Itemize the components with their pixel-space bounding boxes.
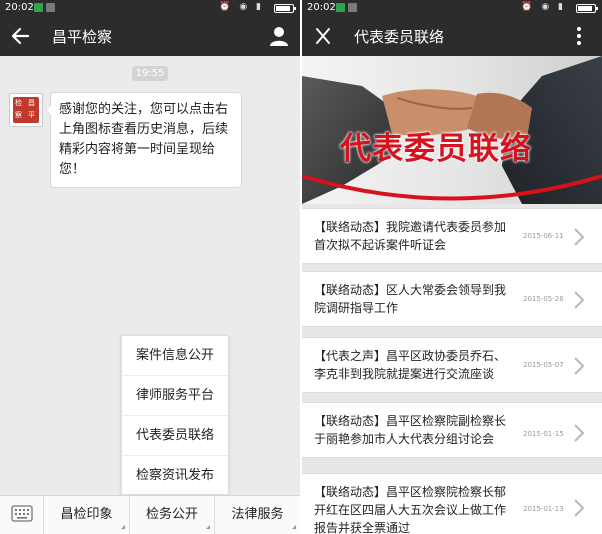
status-time: 20:02 — [307, 2, 336, 13]
status-bar: 20:02 ⏰ ◉ ▮ — [0, 0, 300, 16]
chevron-right-icon — [574, 228, 585, 246]
message-bubble[interactable]: 感谢您的关注，您可以点击右上角图标查看历史消息，后续精彩内容将第一时间呈现给您！ — [45, 92, 242, 188]
status-bar: 20:02 ⏰ ◉ ▮ — [302, 0, 602, 16]
notification-icon — [336, 3, 345, 12]
chat-screen: 20:02 ⏰ ◉ ▮ 昌平检察 19:55 检 察 昌 平 感谢您的关注，您可… — [0, 0, 300, 534]
chevron-right-icon — [574, 499, 585, 517]
submenu-item-news-release[interactable]: 检察资讯发布 — [122, 456, 228, 496]
page-header: 代表委员联络 — [302, 16, 602, 56]
article-title: 【联络动态】昌平区检察院检察长郁开红在区四届人大五次会议上做工作报告并获全票通过 — [314, 485, 507, 534]
status-time: 20:02 — [5, 2, 34, 13]
menu-button-public-affairs[interactable]: 检务公开 — [130, 496, 215, 534]
keyboard-icon — [11, 505, 33, 522]
chat-title: 昌平检察 — [52, 28, 113, 46]
article-item[interactable]: 【联络动态】区人大常委会领导到我院调研指导工作 2015-05-26 — [302, 271, 602, 327]
submenu-item-case-info[interactable]: 案件信息公开 — [122, 336, 228, 376]
close-icon[interactable] — [310, 24, 336, 48]
article-title: 【联络动态】我院邀请代表委员参加首次拟不起诉案件听证会 — [314, 220, 507, 252]
article-item[interactable]: 【代表之声】昌平区政协委员乔石、李克非到我院就提案进行交流座谈 2015-05-… — [302, 337, 602, 393]
notification-icon — [34, 3, 43, 12]
bottom-menu-bar: 昌检印象 检务公开 法律服务 — [0, 495, 300, 534]
menu-button-legal-service[interactable]: 法律服务 — [215, 496, 300, 534]
article-date: 2015-06-11 — [523, 232, 564, 240]
profile-icon[interactable] — [266, 24, 292, 48]
article-title: 【联络动态】区人大常委会领导到我院调研指导工作 — [314, 283, 507, 315]
avatar[interactable]: 检 察 昌 平 — [9, 93, 43, 127]
article-date: 2015-05-26 — [523, 295, 564, 303]
battery-icon — [274, 4, 296, 13]
chevron-right-icon — [574, 424, 585, 442]
battery-icon — [576, 4, 598, 13]
keyboard-toggle[interactable] — [0, 496, 44, 534]
chat-header: 昌平检察 — [0, 16, 300, 56]
chevron-right-icon — [574, 357, 585, 375]
submenu-item-lawyer-service[interactable]: 律师服务平台 — [122, 376, 228, 416]
signal-icon: ⏰ ◉ ▮ — [521, 2, 566, 12]
back-arrow-icon[interactable] — [8, 24, 34, 48]
banner-title: 代表委员联络 — [340, 131, 532, 167]
message-timestamp: 19:55 — [132, 66, 168, 81]
menu-button-impression[interactable]: 昌检印象 — [44, 496, 130, 534]
article-date: 2015-01-15 — [523, 430, 564, 438]
signal-icon: ⏰ ◉ ▮ — [219, 2, 264, 12]
article-date: 2015-01-13 — [523, 505, 564, 513]
submenu-item-deputy-liaison[interactable]: 代表委员联络 — [122, 416, 228, 456]
banner-image[interactable]: 代表委员联络 — [302, 56, 602, 204]
seal-logo: 检 察 昌 平 — [13, 97, 39, 123]
article-list-screen: 20:02 ⏰ ◉ ▮ 代表委员联络 代表委员联络 【联络动态】我院邀请代表委员… — [302, 0, 602, 534]
article-title: 【联络动态】昌平区检察院副检察长于丽艳参加市人大代表分组讨论会 — [314, 414, 507, 446]
article-item[interactable]: 【联络动态】昌平区检察院检察长郁开红在区四届人大五次会议上做工作报告并获全票通过… — [302, 473, 602, 534]
notification-icon — [348, 3, 357, 12]
submenu-popup: 案件信息公开 律师服务平台 代表委员联络 检察资讯发布 — [121, 335, 229, 495]
chevron-right-icon — [574, 291, 585, 309]
more-menu-icon[interactable] — [566, 24, 592, 48]
notification-icon — [46, 3, 55, 12]
article-date: 2015-05-07 — [523, 361, 564, 369]
article-title: 【代表之声】昌平区政协委员乔石、李克非到我院就提案进行交流座谈 — [314, 349, 507, 381]
page-title: 代表委员联络 — [354, 28, 445, 46]
article-item[interactable]: 【联络动态】昌平区检察院副检察长于丽艳参加市人大代表分组讨论会 2015-01-… — [302, 402, 602, 458]
article-item[interactable]: 【联络动态】我院邀请代表委员参加首次拟不起诉案件听证会 2015-06-11 — [302, 208, 602, 264]
